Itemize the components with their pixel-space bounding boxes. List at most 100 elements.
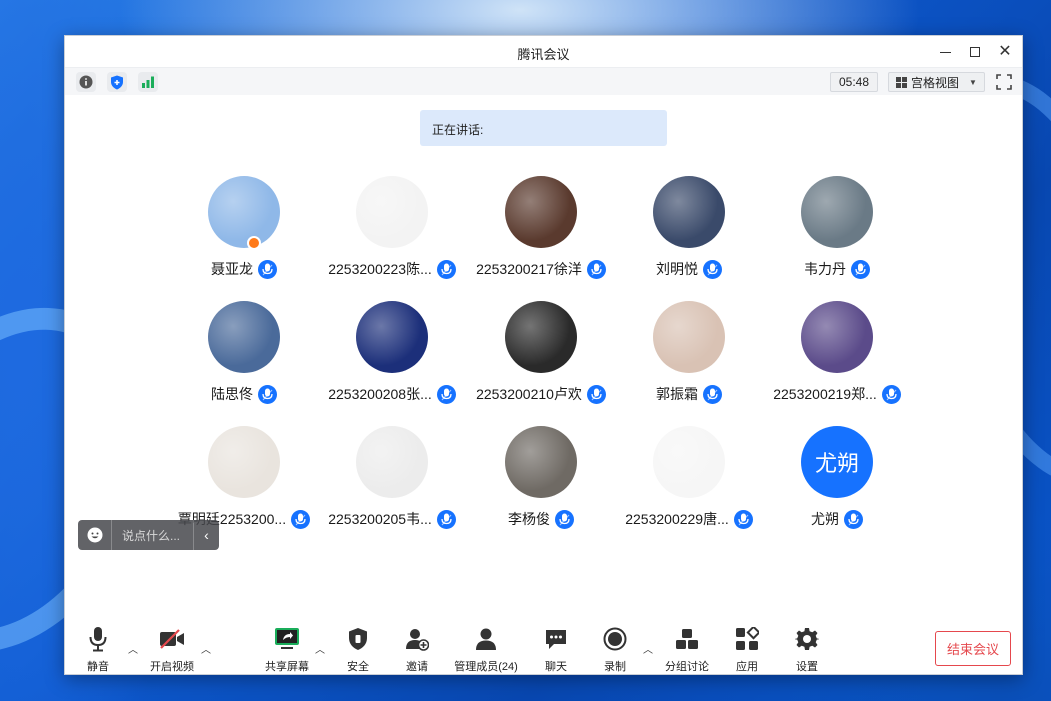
meeting-window: 腾讯会议 ✕ 05:48 宫格视图 ▼ 正在讲话: 聂亚龙 2253200223陈… [64, 35, 1023, 675]
view-mode-dropdown[interactable]: 宫格视图 ▼ [888, 72, 985, 92]
fullscreen-button[interactable] [995, 73, 1013, 91]
mic-status-icon [703, 259, 722, 279]
participant-tile[interactable]: 尤朔 尤朔 [762, 426, 912, 536]
participant-name-row: 2253200210卢欢 [466, 383, 616, 405]
avatar [505, 176, 577, 248]
info-icon [79, 75, 93, 89]
participant-name-row: 郭振霜 [614, 383, 764, 405]
participant-name-row: 韦力丹 [762, 258, 912, 280]
chat-icon [543, 626, 569, 652]
avatar [356, 426, 428, 498]
network-status-button[interactable] [138, 72, 158, 92]
share-screen-icon [274, 626, 300, 652]
participant-tile[interactable]: 郭振霜 [614, 301, 764, 411]
participant-name-row: 陆思佟 [169, 383, 319, 405]
participant-tile[interactable]: 2253200205韦... [317, 426, 467, 536]
record-button[interactable]: 录制 [580, 626, 650, 674]
participant-name: 韦力丹 [804, 261, 846, 277]
participant-name: 2253200229唐... [625, 511, 729, 527]
participant-name-row: 2253200208张... [317, 383, 467, 405]
participant-name-row: 李杨俊 [466, 508, 616, 530]
avatar [653, 176, 725, 248]
emoji-icon [87, 527, 102, 543]
participant-tile[interactable]: 韦力丹 [762, 176, 912, 286]
participant-tile[interactable]: 2253200210卢欢 [466, 301, 616, 411]
end-meeting-button[interactable]: 结束会议 [935, 631, 1011, 666]
meeting-info-button[interactable] [76, 72, 96, 92]
info-bar: 05:48 宫格视图 ▼ [65, 67, 1022, 95]
title-bar: 腾讯会议 ✕ [65, 36, 1022, 67]
mic-status-icon [436, 259, 456, 279]
minimize-button[interactable] [930, 40, 960, 64]
speaking-indicator: 正在讲话: [420, 110, 667, 146]
microphone-icon [85, 626, 111, 652]
security-status-button[interactable] [107, 72, 127, 92]
view-mode-label: 宫格视图 [911, 75, 960, 90]
participant-name: 尤朔 [811, 511, 839, 527]
participant-name-row: 2253200229唐... [614, 508, 764, 530]
participant-name-row: 2253200205韦... [317, 508, 467, 530]
start-video-button[interactable]: 开启视频 [137, 626, 207, 674]
apps-icon [734, 626, 760, 652]
mic-status-icon [436, 509, 456, 529]
minimize-icon [939, 51, 951, 53]
mic-status-icon [851, 259, 870, 279]
mute-label: 静音 [87, 661, 109, 673]
participant-tile[interactable]: 2253200219郑... [762, 301, 912, 411]
avatar [208, 301, 280, 373]
participant-tile[interactable]: 2253200217徐洋 [466, 176, 616, 286]
maximize-button[interactable] [960, 40, 990, 64]
close-button[interactable]: ✕ [990, 40, 1020, 64]
mic-status-icon [733, 509, 753, 529]
participant-tile[interactable]: 聂亚龙 [169, 176, 319, 286]
mic-status-icon [586, 384, 606, 404]
chat-input[interactable]: 说点什么... [112, 527, 193, 544]
avatar [653, 301, 725, 373]
participant-tile[interactable]: 刘明悦 [614, 176, 764, 286]
breakout-label: 分组讨论 [665, 661, 709, 673]
manage-members-button[interactable]: 管理成员(24) [451, 626, 521, 674]
avatar [505, 426, 577, 498]
invite-button[interactable]: 邀请 [382, 626, 452, 674]
shield-icon [111, 75, 123, 89]
participant-name: 2253200208张... [328, 386, 432, 402]
avatar: 尤朔 [801, 426, 873, 498]
collapse-chat-button[interactable]: ‹ [193, 520, 219, 550]
record-icon [602, 626, 628, 652]
mic-status-icon [436, 384, 456, 404]
mute-button[interactable]: 静音 [63, 626, 133, 674]
participant-name-row: 2253200219郑... [762, 383, 912, 405]
mic-status-icon [555, 509, 574, 529]
security-shield-icon [345, 626, 371, 652]
participant-name-row: 2253200217徐洋 [466, 258, 616, 280]
chevron-down-icon: ▼ [969, 77, 977, 87]
participant-name: 郭振霜 [656, 386, 698, 402]
share-screen-button[interactable]: 共享屏幕 [252, 626, 322, 674]
avatar [801, 176, 873, 248]
grid-view-icon [896, 76, 907, 88]
settings-button[interactable]: 设置 [772, 626, 842, 674]
invite-icon [404, 626, 430, 652]
participant-name: 2253200219郑... [773, 386, 877, 402]
video-label: 开启视频 [150, 661, 194, 673]
members-label: 管理成员(24) [454, 661, 518, 673]
record-label: 录制 [604, 661, 626, 673]
emoji-button[interactable] [78, 520, 112, 550]
mic-status-icon [844, 509, 863, 529]
participant-tile[interactable]: 李杨俊 [466, 426, 616, 536]
quick-chat-bar[interactable]: 说点什么... ‹ [78, 520, 219, 550]
security-label: 安全 [347, 661, 369, 673]
window-title: 腾讯会议 [517, 47, 570, 62]
chevron-up-icon[interactable]: ︿ [201, 641, 211, 656]
avatar [356, 176, 428, 248]
participant-tile[interactable]: 2253200223陈... [317, 176, 467, 286]
avatar [356, 301, 428, 373]
mic-status-icon [291, 509, 311, 529]
bottom-toolbar: 静音 ︿ 开启视频 ︿ 共享屏幕 ︿ 安全 邀请 管理成员(24) 聊天 录制 … [65, 626, 1024, 674]
participant-name-row: 尤朔 [762, 508, 912, 530]
participant-tile[interactable]: 2253200208张... [317, 301, 467, 411]
participant-tile[interactable]: 2253200229唐... [614, 426, 764, 536]
avatar [208, 176, 280, 248]
participant-tile[interactable]: 陆思佟 [169, 301, 319, 411]
participant-name-row: 刘明悦 [614, 258, 764, 280]
